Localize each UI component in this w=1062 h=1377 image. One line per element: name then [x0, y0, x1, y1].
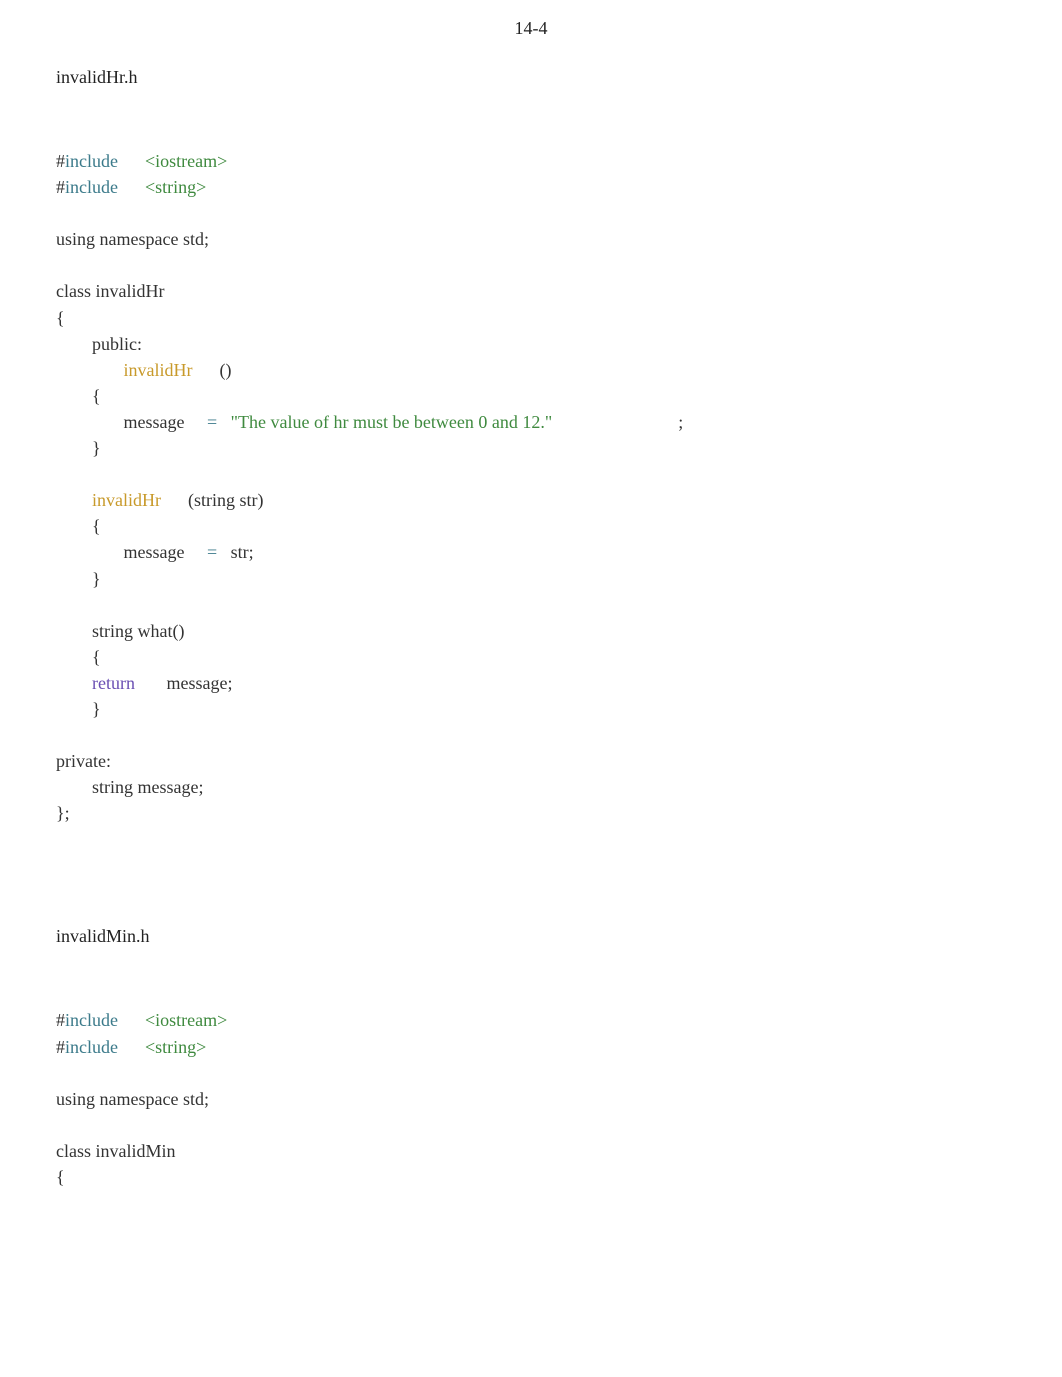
code-segment: [217, 412, 231, 432]
code-segment: [56, 360, 124, 380]
code-segment: str;: [217, 542, 254, 562]
code-segment: message;: [135, 673, 232, 693]
code-line: message = str;: [56, 539, 1006, 565]
code-segment: #: [56, 1037, 65, 1057]
code-segment: {: [56, 308, 65, 328]
code-line: {: [56, 644, 1006, 670]
code-line: {: [56, 305, 1006, 331]
code-block-invalidmin: #include <iostream>#include <string> usi…: [56, 1007, 1006, 1190]
code-line: string what(): [56, 618, 1006, 644]
code-segment: private:: [56, 751, 111, 771]
code-block-invalidhr: #include <iostream>#include <string> usi…: [56, 148, 1006, 826]
code-line: invalidHr (string str): [56, 487, 1006, 513]
code-segment: #: [56, 151, 65, 171]
code-segment: {: [56, 1167, 65, 1187]
code-segment: };: [56, 803, 70, 823]
code-line: [56, 200, 1006, 226]
code-segment: =: [207, 412, 217, 432]
code-line: return message;: [56, 670, 1006, 696]
code-line: #include <string>: [56, 1034, 1006, 1060]
page-number: 14-4: [56, 18, 1006, 39]
code-segment: {: [56, 386, 101, 406]
code-line: #include <iostream>: [56, 1007, 1006, 1033]
code-segment: include: [65, 151, 118, 171]
code-segment: [118, 151, 145, 171]
code-line: class invalidHr: [56, 278, 1006, 304]
code-line: {: [56, 1164, 1006, 1190]
code-line: [56, 1112, 1006, 1138]
code-segment: =: [207, 542, 217, 562]
code-segment: message: [56, 542, 207, 562]
code-line: }: [56, 435, 1006, 461]
code-segment: include: [65, 1010, 118, 1030]
code-line: [56, 461, 1006, 487]
code-segment: {: [56, 516, 101, 536]
code-line: private:: [56, 748, 1006, 774]
code-segment: include: [65, 1037, 118, 1057]
code-segment: <string>: [145, 177, 206, 197]
code-segment: {: [56, 647, 101, 667]
code-line: [56, 722, 1006, 748]
code-segment: [56, 673, 92, 693]
code-line: {: [56, 383, 1006, 409]
code-segment: public:: [56, 334, 142, 354]
code-segment: invalidHr: [124, 360, 193, 380]
code-line: [56, 252, 1006, 278]
code-segment: <iostream>: [145, 1010, 227, 1030]
code-segment: [56, 490, 92, 510]
code-segment: include: [65, 177, 118, 197]
code-segment: }: [56, 569, 101, 589]
page: 14-4 invalidHr.h #include <iostream>#inc…: [0, 0, 1062, 1377]
code-segment: }: [56, 438, 101, 458]
code-line: }: [56, 566, 1006, 592]
code-line: invalidHr (): [56, 357, 1006, 383]
code-segment: return: [92, 673, 135, 693]
code-segment: string message;: [56, 777, 203, 797]
code-segment: class invalidHr: [56, 281, 164, 301]
code-segment: [118, 1037, 145, 1057]
code-line: message = "The value of hr must be betwe…: [56, 409, 1006, 435]
code-segment: string what(): [56, 621, 184, 641]
code-segment: #: [56, 1010, 65, 1030]
code-line: [56, 1060, 1006, 1086]
code-line: string message;: [56, 774, 1006, 800]
code-segment: }: [56, 699, 101, 719]
code-line: class invalidMin: [56, 1138, 1006, 1164]
code-segment: (): [193, 360, 232, 380]
code-segment: using namespace std;: [56, 1089, 209, 1109]
code-segment: "The value of hr must be between 0 and 1…: [231, 412, 553, 432]
code-segment: message: [56, 412, 207, 432]
code-line: [56, 592, 1006, 618]
code-segment: (string str): [161, 490, 264, 510]
code-segment: <string>: [145, 1037, 206, 1057]
code-segment: [118, 177, 145, 197]
section-title-invalidmin: invalidMin.h: [56, 926, 1006, 947]
code-line: public:: [56, 331, 1006, 357]
code-segment: ;: [552, 412, 683, 432]
code-segment: class invalidMin: [56, 1141, 176, 1161]
code-segment: <iostream>: [145, 151, 227, 171]
code-line: }: [56, 696, 1006, 722]
code-segment: [118, 1010, 145, 1030]
section-title-invalidhr: invalidHr.h: [56, 67, 1006, 88]
code-line: #include <iostream>: [56, 148, 1006, 174]
code-segment: using namespace std;: [56, 229, 209, 249]
code-segment: #: [56, 177, 65, 197]
code-line: using namespace std;: [56, 1086, 1006, 1112]
code-line: };: [56, 800, 1006, 826]
code-line: #include <string>: [56, 174, 1006, 200]
code-segment: invalidHr: [92, 490, 161, 510]
code-line: using namespace std;: [56, 226, 1006, 252]
code-line: {: [56, 513, 1006, 539]
